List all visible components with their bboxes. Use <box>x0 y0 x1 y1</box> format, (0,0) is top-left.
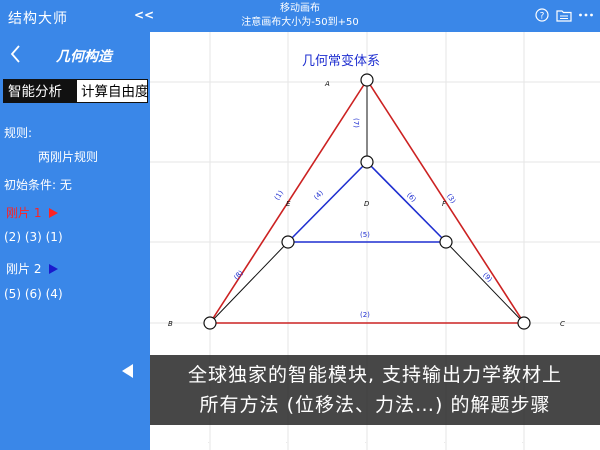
canvas-hint: 移动画布 注意画布大小为-50到+50 <box>200 2 400 30</box>
initial-condition: 初始条件: 无 <box>4 178 72 192</box>
sidebar-title: 几何构造 <box>56 49 112 65</box>
mode-tabs: 智能分析 计算自由度 <box>3 79 149 103</box>
canvas-hint-title: 移动画布 <box>280 3 320 14</box>
member-label-7: (7) <box>352 118 360 128</box>
member-label-1: (1) <box>273 189 285 202</box>
tab-dof-calculation[interactable]: 计算自由度 <box>76 79 149 103</box>
sidebar: 几何构造 智能分析 计算自由度 规则: 两刚片规则 初始条件: 无 刚片 1 (… <box>0 32 150 450</box>
banner-line-2: 所有方法 (位移法、力法…) 的解题步骤 <box>199 394 551 416</box>
rigid-body-2-members: (5) (6) (4) <box>4 287 63 301</box>
help-icon[interactable]: ? <box>534 7 550 23</box>
app-title: 结构大师 <box>8 11 68 27</box>
joint-B <box>203 316 217 330</box>
top-bar: 结构大师 << 移动画布 注意画布大小为-50到+50 ? <box>0 0 600 32</box>
rigid-body-1-label: 刚片 1 <box>6 206 42 220</box>
back-icon[interactable] <box>8 43 22 65</box>
canvas-hint-subtitle: 注意画布大小为-50到+50 <box>241 17 359 28</box>
joint-A <box>360 73 374 87</box>
node-label-A: A <box>324 80 330 88</box>
node-label-C: C <box>560 320 565 328</box>
member-label-2: (2) <box>360 311 370 319</box>
rigid-body-2[interactable]: 刚片 2 <box>6 260 59 277</box>
sidebar-header: 几何构造 <box>0 32 150 76</box>
node-label-D: D <box>364 200 370 208</box>
tab-smart-analysis[interactable]: 智能分析 <box>3 79 76 103</box>
svg-text:?: ? <box>540 12 545 22</box>
folder-icon[interactable] <box>556 7 572 23</box>
rigid-body-2-label: 刚片 2 <box>6 262 42 276</box>
feature-banner: 全球独家的智能模块, 支持输出力学教材上 所有方法 (位移法、力法…) 的解题步… <box>150 355 600 425</box>
rule-label: 规则: <box>4 126 33 140</box>
expand-triangle-icon <box>49 208 59 218</box>
member-label-5: (5) <box>360 231 370 239</box>
banner-line-1: 全球独家的智能模块, 支持输出力学教材上 <box>187 364 563 386</box>
rule-value: 两刚片规则 <box>38 150 99 164</box>
member-label-4: (4) <box>312 189 325 202</box>
node-label-E: E <box>286 200 291 208</box>
more-icon[interactable] <box>578 7 594 23</box>
diagram-title: 几何常变体系 <box>302 53 380 69</box>
expand-triangle-icon <box>49 264 59 274</box>
node-label-B: B <box>168 320 173 328</box>
banner-toggle-arrow-icon[interactable] <box>122 364 133 378</box>
axis-ticks: · · · · · <box>208 440 524 446</box>
joint-D <box>360 155 374 169</box>
rigid-body-1-members: (2) (3) (1) <box>4 230 63 244</box>
rigid-body-1[interactable]: 刚片 1 <box>6 204 59 221</box>
joint-F <box>439 235 453 249</box>
joint-E <box>281 235 295 249</box>
joint-C <box>517 316 531 330</box>
collapse-sidebar-button[interactable]: << <box>134 8 154 22</box>
member-labels: (1) (2) (3) (4) (5) (6) (7) (8) (9) <box>232 118 494 319</box>
toolbar-icons: ? <box>534 7 594 23</box>
